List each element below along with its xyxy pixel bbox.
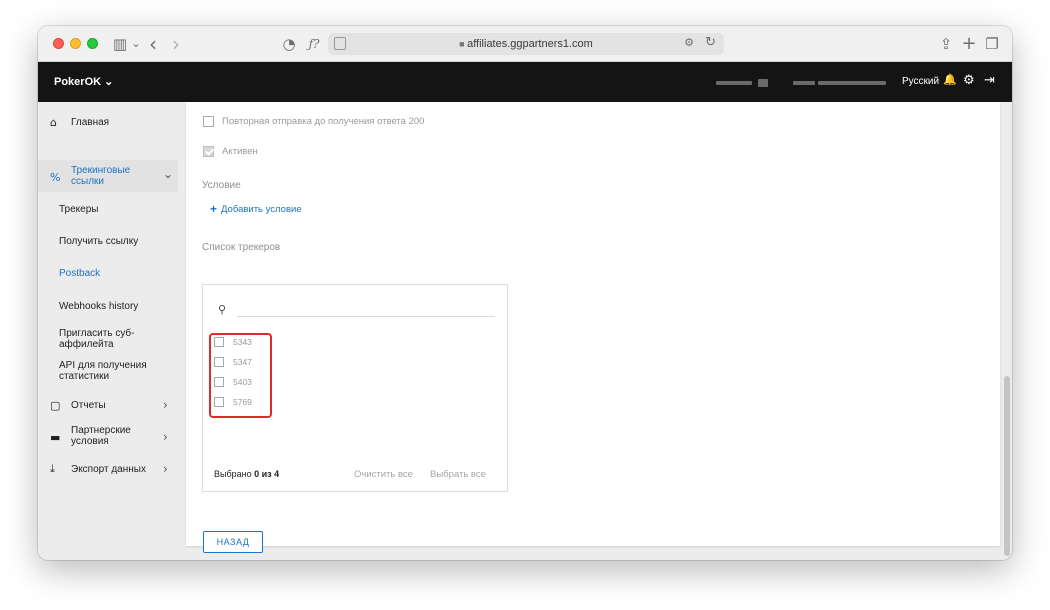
maximize-window-button[interactable] [87, 38, 98, 49]
new-tab-icon[interactable]: + [961, 34, 977, 54]
chevron-down-icon[interactable]: ⌄ [130, 34, 142, 54]
privacy-shield-icon[interactable]: ◔ [281, 34, 297, 54]
sidebar-item-label: Трекинговые ссылки [71, 165, 131, 187]
chevron-right-icon: › [163, 462, 168, 476]
link-icon: % [50, 170, 61, 184]
share-icon[interactable]: ⇪ [938, 34, 954, 54]
sidebar-item-statistics-api[interactable]: API для получения статистики [59, 360, 147, 382]
active-label: Активен [222, 146, 258, 157]
sidebar-item-label: Главная [71, 116, 110, 128]
app-header: PokerOK ⌄ Русский 🔔 ⚙ ⇥ [38, 62, 1012, 102]
sidebar-item-reports[interactable]: ▢ Отчеты › [38, 398, 184, 412]
selected-count: Выбрано 0 из 4 [214, 469, 280, 479]
reload-icon[interactable]: ↻ [705, 35, 716, 50]
download-icon: ⤓ [50, 462, 55, 475]
plus-icon: + [210, 202, 218, 216]
sidebar-item-postback[interactable]: Postback [59, 268, 100, 279]
bell-icon[interactable]: 🔔 [943, 73, 957, 86]
sidebar-item-data-export[interactable]: ⤓ Экспорт данных › [38, 462, 184, 476]
chevron-right-icon: › [163, 398, 168, 412]
tracker-search-input[interactable] [237, 299, 495, 317]
logout-icon[interactable]: ⇥ [984, 73, 995, 88]
minimize-window-button[interactable] [70, 38, 81, 49]
browser-window: ▥ ⌄ ‹ › ◔ ƒ? ■ affiliates.ggpartners1.co… [38, 26, 1012, 560]
function-icon[interactable]: ƒ? [304, 34, 324, 54]
browser-toolbar: ▥ ⌄ ‹ › ◔ ƒ? ■ affiliates.ggpartners1.co… [38, 26, 1012, 62]
chevron-down-icon: ⌄ [163, 167, 174, 181]
resend-until-200-label: Повторная отправка до получения ответа 2… [222, 116, 425, 127]
page-scrollbar[interactable] [1004, 376, 1010, 556]
annotation-highlight-box [209, 333, 272, 418]
redacted-user-info [818, 81, 886, 85]
sidebar: ⌂ Главная % Трекинговые ссылки ⌄ Трекеры … [38, 102, 184, 560]
home-icon: ⌂ [50, 115, 57, 129]
back-icon[interactable]: ‹ [146, 34, 160, 54]
resend-until-200-checkbox[interactable] [203, 116, 214, 127]
gear-icon[interactable]: ⚙ [963, 73, 975, 88]
sidebar-item-label: Отчеты [71, 399, 106, 411]
sidebar-item-label: Экспорт данных [71, 463, 146, 475]
sidebar-item-partner-terms[interactable]: ▬ Партнерские условия › [38, 425, 184, 449]
chevron-right-icon: › [163, 430, 168, 444]
redacted-user-info [758, 79, 768, 87]
reports-icon: ▢ [50, 398, 61, 412]
translate-icon[interactable]: ⚙ [684, 36, 694, 49]
back-button[interactable]: НАЗАД [203, 531, 263, 553]
sidebar-item-label: Партнерские условия [71, 425, 131, 447]
tracker-list-title: Список трекеров [202, 242, 281, 253]
sidebar-item-invite-sub-affiliate[interactable]: Пригласить суб-аффилейта [59, 328, 134, 350]
brand-selector[interactable]: PokerOK ⌄ [54, 75, 113, 88]
forward-icon[interactable]: › [169, 34, 183, 54]
active-row[interactable]: Активен [203, 146, 258, 157]
postback-form-panel: Повторная отправка до получения ответа 2… [186, 102, 1000, 553]
search-icon: ⚲ [218, 303, 227, 316]
sidebar-item-home[interactable]: ⌂ Главная [38, 115, 184, 129]
sidebar-item-tracking-links[interactable]: % Трекинговые ссылки ⌄ [38, 165, 184, 189]
redacted-user-info [716, 81, 752, 85]
sidebar-item-get-link[interactable]: Получить ссылку [59, 236, 138, 247]
condition-section-title: Условие [202, 180, 241, 191]
active-checkbox[interactable] [203, 146, 214, 157]
tab-overview-icon[interactable]: ❐ [984, 34, 1000, 54]
sidebar-item-trackers[interactable]: Трекеры [59, 204, 98, 215]
sidebar-toggle-icon[interactable]: ▥ [111, 34, 129, 54]
clear-all-button[interactable]: Очистить все [354, 469, 413, 480]
redacted-user-info [793, 81, 815, 85]
add-condition-label: Добавить условие [221, 203, 302, 215]
lock-icon: ■ [459, 39, 468, 49]
tracker-list-box: ⚲ 5343 5347 5403 5769 Выбрано 0 из 4 Очи… [202, 284, 508, 492]
language-selector[interactable]: Русский [902, 76, 939, 87]
url-text[interactable]: ■ affiliates.ggpartners1.com [328, 38, 724, 50]
address-bar[interactable]: ■ affiliates.ggpartners1.com ⚙ ↻ [328, 33, 724, 55]
sidebar-item-webhooks-history[interactable]: Webhooks history [59, 301, 138, 312]
briefcase-icon: ▬ [50, 431, 61, 444]
resend-until-200-row[interactable]: Повторная отправка до получения ответа 2… [203, 116, 424, 127]
close-window-button[interactable] [53, 38, 64, 49]
add-condition-button[interactable]: + Добавить условие [210, 202, 302, 216]
select-all-button[interactable]: Выбрать все [430, 469, 486, 480]
